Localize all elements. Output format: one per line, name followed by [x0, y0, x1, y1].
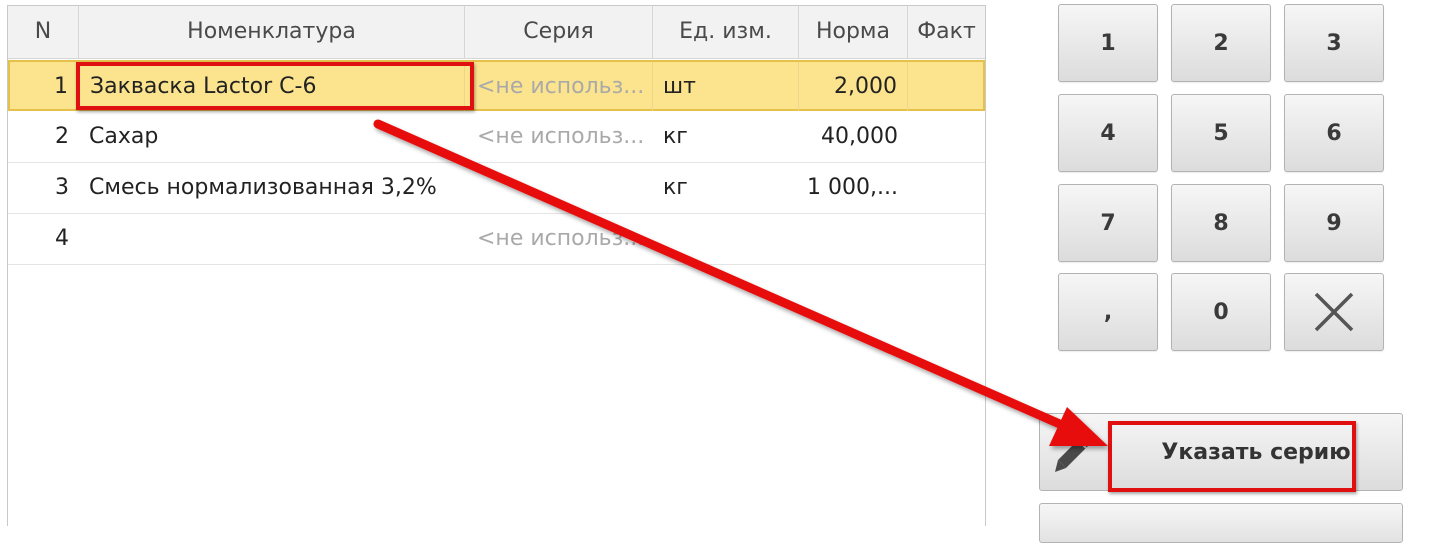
- keypad-key-1[interactable]: 1: [1058, 4, 1158, 82]
- keypad-key-9[interactable]: 9: [1284, 184, 1384, 262]
- close-icon: [1314, 292, 1354, 332]
- row-unit: шт: [653, 62, 799, 111]
- row-series[interactable]: <не использ...: [465, 112, 653, 161]
- table-row[interactable]: 3 Смесь нормализованная 3,2% кг 1 000,..…: [8, 163, 985, 214]
- row-series[interactable]: <не использ...: [465, 214, 653, 263]
- row-number: 4: [55, 226, 69, 251]
- additional-action-button[interactable]: [1039, 503, 1403, 543]
- highlight-box-item: [76, 62, 474, 110]
- row-number: 3: [55, 175, 69, 200]
- row-unit: кг: [663, 175, 688, 200]
- row-fact[interactable]: [908, 163, 985, 212]
- table-row[interactable]: 2 Сахар <не использ... кг 40,000: [8, 112, 985, 163]
- row-norm: 40,000: [821, 124, 898, 149]
- row-fact[interactable]: [908, 62, 985, 111]
- table-header: N Номенклатура Серия Ед. изм. Норма Факт: [8, 6, 985, 59]
- keypad-key-6[interactable]: 6: [1284, 94, 1384, 172]
- highlight-box-button: [1108, 421, 1356, 492]
- keypad-key-7[interactable]: 7: [1058, 184, 1158, 262]
- keypad-clear-button[interactable]: [1284, 273, 1384, 351]
- row-fact[interactable]: [908, 112, 985, 161]
- column-header-norm[interactable]: Норма: [799, 6, 908, 58]
- keypad-key-0[interactable]: 0: [1171, 273, 1271, 351]
- row-item-name[interactable]: Сахар: [79, 112, 465, 161]
- keypad-key-2[interactable]: 2: [1171, 4, 1271, 82]
- row-norm: 2,000: [799, 62, 908, 111]
- row-unit: [653, 214, 799, 263]
- row-number: 2: [55, 124, 69, 149]
- pencil-icon: [1055, 436, 1090, 472]
- keypad-key-comma[interactable]: ,: [1058, 273, 1158, 351]
- row-series[interactable]: <не использ...: [465, 62, 653, 111]
- column-header-n[interactable]: N: [8, 6, 79, 58]
- column-header-item[interactable]: Номенклатура: [79, 6, 465, 58]
- column-header-series[interactable]: Серия: [465, 6, 653, 58]
- table-row[interactable]: 4 <не использ...: [8, 214, 985, 265]
- row-item-name[interactable]: [79, 214, 465, 263]
- row-item-name[interactable]: Смесь нормализованная 3,2%: [79, 163, 465, 212]
- row-norm: 1 000,...: [807, 175, 898, 200]
- row-fact[interactable]: [908, 214, 985, 263]
- row-unit: кг: [663, 124, 688, 149]
- row-number: 1: [10, 62, 79, 111]
- row-norm: [799, 214, 908, 263]
- row-series[interactable]: [465, 163, 653, 212]
- keypad-key-8[interactable]: 8: [1171, 184, 1271, 262]
- column-header-unit[interactable]: Ед. изм.: [653, 6, 799, 58]
- column-header-fact[interactable]: Факт: [908, 6, 985, 58]
- keypad-key-5[interactable]: 5: [1171, 94, 1271, 172]
- keypad-key-4[interactable]: 4: [1058, 94, 1158, 172]
- keypad-key-3[interactable]: 3: [1284, 4, 1384, 82]
